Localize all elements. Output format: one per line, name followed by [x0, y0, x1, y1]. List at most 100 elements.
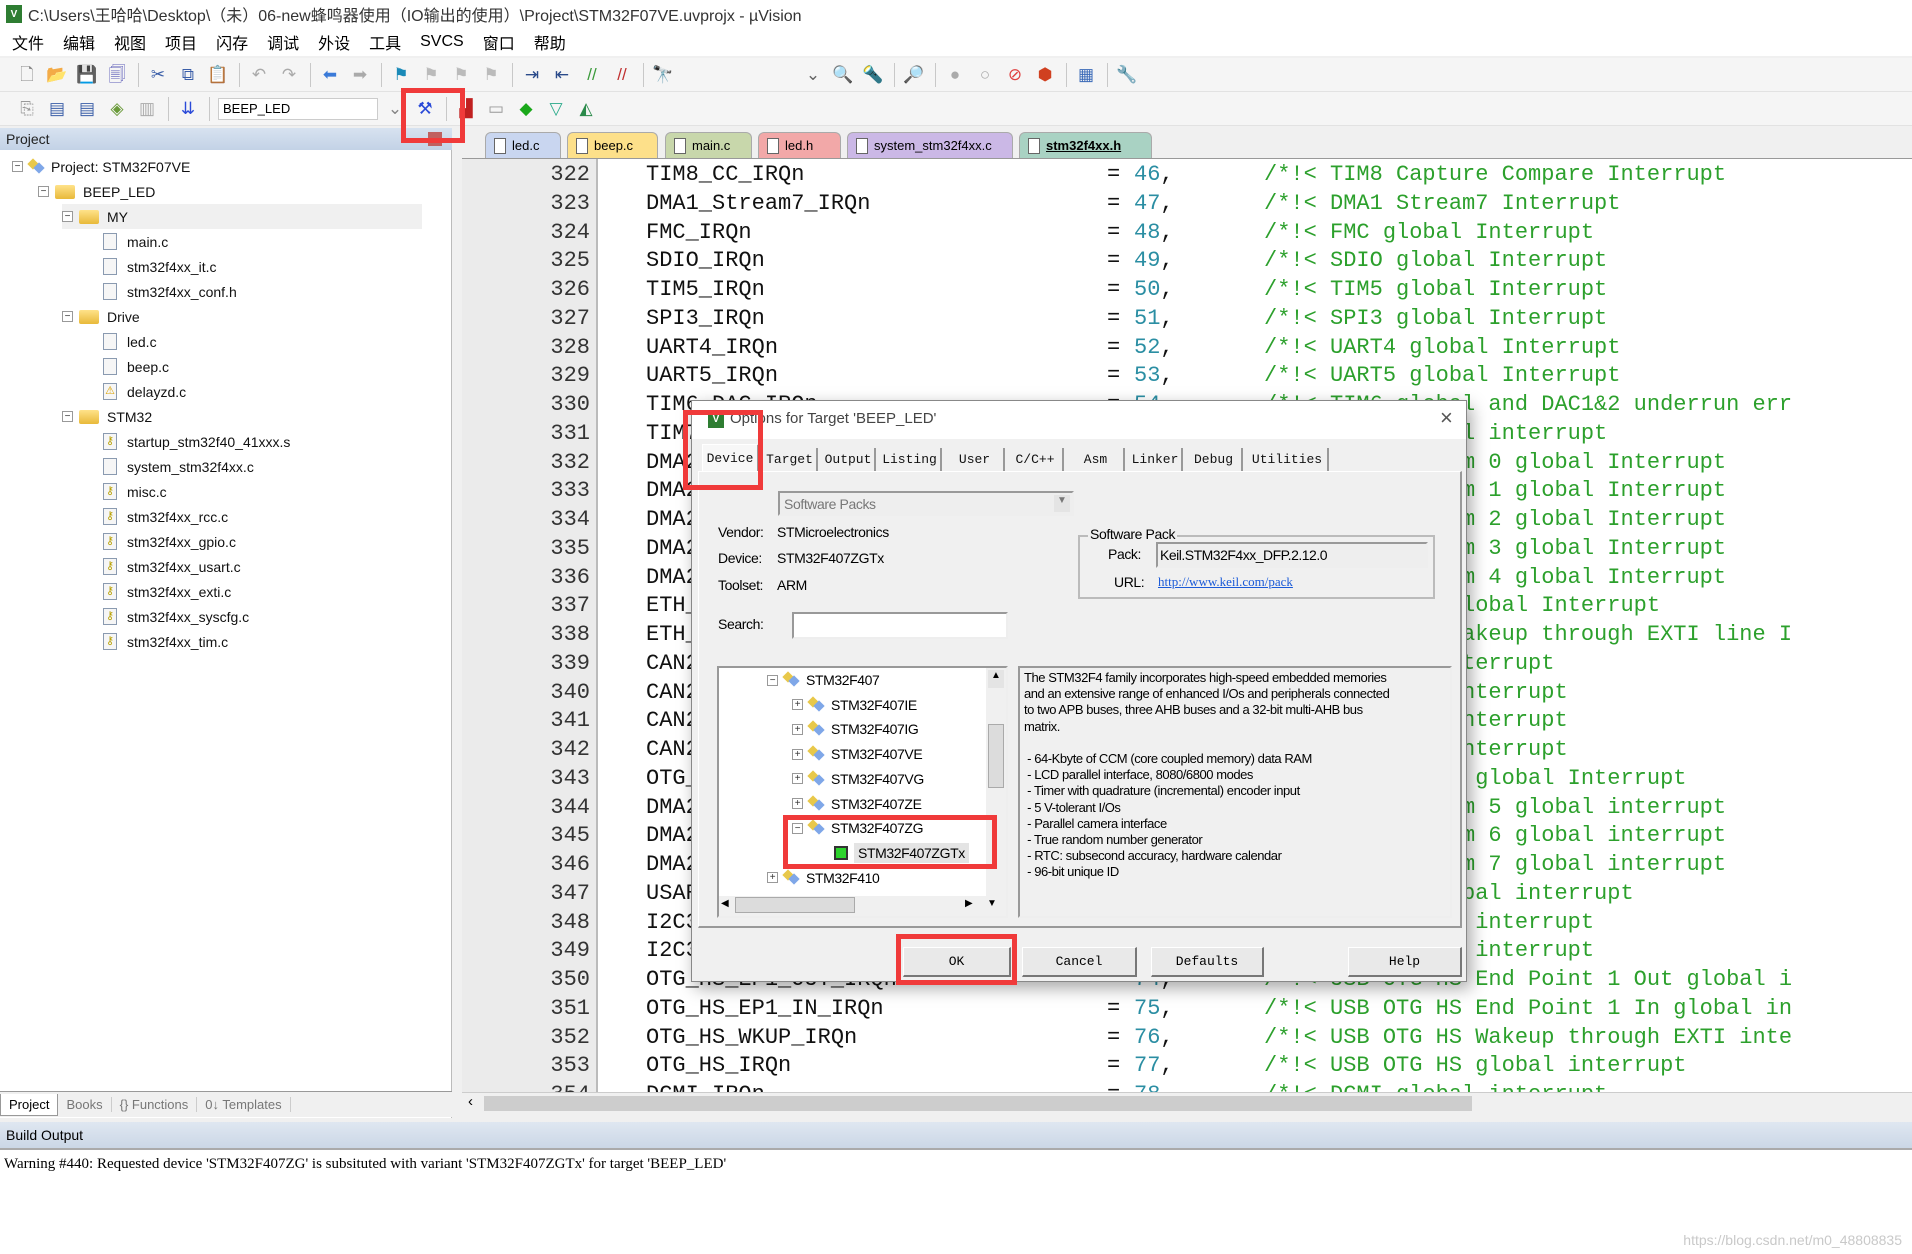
tree-item-lib[interactable]: ⚷ stm32f4xx_gpio.c [86, 529, 236, 554]
expand-icon[interactable]: + [792, 798, 803, 809]
file-extensions-icon[interactable]: ▟ [455, 98, 477, 120]
target-dropdown-icon[interactable]: ⌄ [384, 98, 406, 120]
menu-item[interactable]: 项目 [165, 30, 197, 54]
save-all-icon[interactable]: 🗐 [106, 64, 128, 86]
editor-horizontal-scrollbar[interactable]: ‹ [462, 1092, 1912, 1114]
collapse-icon[interactable]: − [12, 161, 23, 172]
collapse-icon[interactable]: − [38, 186, 49, 197]
pane-tab-3[interactable]: 0↓ Templates [197, 1097, 291, 1112]
tree-item-lib[interactable]: ⚷ stm32f4xx_exti.c [86, 579, 231, 604]
batch-build-icon[interactable]: ◈ [106, 98, 128, 120]
dialog-tab-target[interactable]: Target [763, 448, 818, 471]
tree-item-lib[interactable]: ⚷ stm32f4xx_tim.c [86, 629, 228, 654]
tree-item-lib[interactable]: ⚷ stm32f4xx_usart.c [86, 554, 241, 579]
device-tree-vertical-scrollbar[interactable]: ▲ [986, 668, 1006, 898]
expand-icon[interactable]: − [767, 674, 778, 686]
dialog-tab-debug[interactable]: Debug [1186, 448, 1243, 471]
device-tree-item[interactable]: − STM32F407 [767, 668, 880, 692]
scroll-left-icon[interactable]: ‹ [468, 1093, 473, 1110]
tree-item-lib[interactable]: ⚷ misc.c [86, 479, 167, 504]
device-tree-item[interactable]: + STM32F407VG [792, 767, 924, 791]
disable-all-breakpoints-icon[interactable]: ⊘ [1004, 64, 1026, 86]
menu-item[interactable]: 调试 [267, 30, 299, 54]
dialog-tab-cc[interactable]: C/C++ [1008, 448, 1064, 471]
debug-session-icon[interactable]: 🔎 [903, 64, 925, 86]
scrollbar-thumb[interactable] [988, 724, 1004, 788]
pane-tab-1[interactable]: Books [58, 1097, 112, 1112]
dialog-close-icon[interactable]: × [1440, 405, 1453, 431]
ok-button[interactable]: OK [903, 947, 1011, 977]
next-bookmark-icon[interactable]: ⚑ [450, 64, 472, 86]
configure-icon[interactable]: 🔧 [1116, 64, 1138, 86]
dialog-tab-device[interactable]: Device [702, 444, 759, 472]
menu-item[interactable]: 窗口 [483, 30, 515, 54]
defaults-button[interactable]: Defaults [1151, 947, 1264, 977]
device-tree-horizontal-scrollbar[interactable]: ◀ ▶ ▼ [719, 896, 1006, 916]
scroll-right-icon[interactable]: ▶ [965, 898, 973, 909]
scroll-down-icon[interactable]: ▼ [987, 898, 997, 909]
menu-item[interactable]: 视图 [114, 30, 146, 54]
editor-tab[interactable]: main.c [665, 132, 752, 158]
device-tree-item[interactable]: STM32F407ZGTx [817, 841, 969, 865]
dialog-tab-utilities[interactable]: Utilities [1247, 448, 1329, 471]
expand-icon[interactable]: + [792, 773, 803, 785]
cancel-button[interactable]: Cancel [1022, 947, 1137, 977]
new-file-icon[interactable]: 🗋 [16, 64, 38, 86]
navigate-forward-icon[interactable]: ➡ [349, 64, 371, 86]
collapse-icon[interactable]: − [62, 311, 73, 322]
device-tree-item[interactable]: + STM32F407ZE [792, 792, 922, 816]
tree-item-lib[interactable]: ⚷ stm32f4xx_syscfg.c [86, 604, 249, 629]
expand-icon[interactable]: + [792, 723, 803, 735]
editor-tab[interactable]: beep.c [567, 132, 658, 158]
tree-item-lib[interactable]: ⚷ startup_stm32f40_41xxx.s [86, 429, 290, 454]
clear-bookmarks-icon[interactable]: ⚑ [480, 64, 502, 86]
tree-item-lib[interactable]: ⚷ stm32f4xx_rcc.c [86, 504, 228, 529]
indent-icon[interactable]: ⇥ [521, 64, 543, 86]
device-source-select[interactable]: Software Packs ▼ [778, 491, 1074, 516]
tree-item-file[interactable]: main.c [86, 229, 168, 254]
device-tree-item[interactable]: + STM32F410 [767, 866, 880, 890]
find-icon[interactable]: 🔍 [832, 64, 854, 86]
copy-icon[interactable]: ⧉ [177, 64, 199, 86]
pack-installer-icon[interactable]: ◆ [515, 98, 537, 120]
tree-item-file[interactable]: led.c [86, 329, 157, 354]
collapse-icon[interactable]: − [62, 411, 73, 422]
redo-icon[interactable]: ↷ [278, 64, 300, 86]
device-tree-item[interactable]: − STM32F407ZG [792, 816, 923, 840]
rebuild-icon[interactable]: ▤ [76, 98, 98, 120]
tree-item-warn[interactable]: ⚠ delayzd.c [86, 379, 186, 404]
device-tree-item[interactable]: + STM32F407IG [792, 717, 919, 741]
dialog-tab-linker[interactable]: Linker [1129, 448, 1183, 471]
paste-icon[interactable]: 📋 [207, 64, 229, 86]
device-search-input[interactable] [792, 612, 1008, 639]
window-layout-icon[interactable]: ▦ [1075, 64, 1097, 86]
device-tree-item[interactable]: + STM32F407IE [792, 693, 917, 717]
dialog-tab-asm[interactable]: Asm [1068, 448, 1125, 471]
unindent-icon[interactable]: ⇤ [551, 64, 573, 86]
menu-item[interactable]: 编辑 [63, 30, 95, 54]
scroll-up-icon[interactable]: ▲ [988, 670, 1004, 688]
uncomment-icon[interactable]: // [611, 64, 633, 86]
menu-item[interactable]: 外设 [318, 30, 350, 54]
editor-tab[interactable]: stm32f4xx.h [1019, 132, 1152, 158]
save-icon[interactable]: 💾 [76, 64, 98, 86]
cut-icon[interactable]: ✂ [147, 64, 169, 86]
menu-item[interactable]: 文件 [12, 30, 44, 54]
scroll-left-icon[interactable]: ◀ [721, 898, 729, 909]
tree-item-folder[interactable]: − STM32 [62, 404, 152, 429]
tree-item-file[interactable]: stm32f4xx_conf.h [86, 279, 237, 304]
navigate-back-icon[interactable]: ⬅ [319, 64, 341, 86]
open-folder-icon[interactable]: 📂 [46, 64, 68, 86]
pane-close-icon[interactable] [428, 132, 442, 146]
scrollbar-thumb[interactable] [484, 1096, 1472, 1111]
expand-icon[interactable]: − [792, 822, 803, 834]
stop-build-icon[interactable]: ▥ [136, 98, 158, 120]
menu-item[interactable]: 闪存 [216, 30, 248, 54]
prev-bookmark-icon[interactable]: ⚑ [420, 64, 442, 86]
collapse-icon[interactable]: − [62, 211, 73, 222]
tree-item-project[interactable]: − Project: STM32F07VE [12, 154, 190, 179]
download-load-icon[interactable]: ⇊ [177, 98, 199, 120]
expand-icon[interactable]: + [792, 748, 803, 760]
translate-icon[interactable]: ⎘ [16, 98, 38, 120]
find-in-files-icon[interactable]: 🔭 [652, 64, 674, 86]
